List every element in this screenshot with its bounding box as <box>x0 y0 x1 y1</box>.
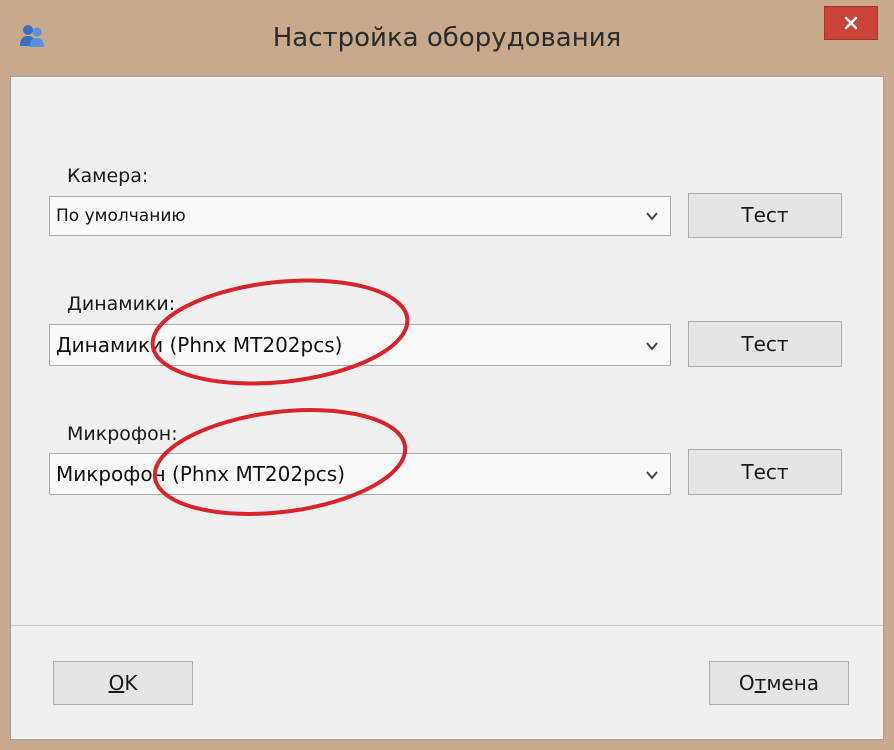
camera-test-label: Тест <box>741 203 789 227</box>
close-icon <box>844 16 858 30</box>
speakers-select-value: Динамики (Phnx MT202pcs) <box>56 333 343 357</box>
camera-label: Камера: <box>67 165 149 187</box>
footer-divider <box>11 625 883 626</box>
speakers-test-label: Тест <box>741 332 789 356</box>
microphone-test-label: Тест <box>741 460 789 484</box>
cancel-label: Отмена <box>738 671 820 695</box>
camera-select[interactable]: По умолчанию <box>49 196 671 236</box>
close-button[interactable] <box>824 6 878 40</box>
camera-select-value: По умолчанию <box>56 206 186 226</box>
microphone-test-button[interactable]: Тест <box>688 449 842 495</box>
ok-button[interactable]: OK <box>53 661 193 705</box>
camera-test-button[interactable]: Тест <box>688 193 842 238</box>
dialog-body: Камера: По умолчанию Тест Динамики: Дина… <box>10 76 884 740</box>
chevron-down-icon <box>646 471 658 480</box>
title-bar[interactable]: Настройка оборудования <box>0 0 894 76</box>
microphone-label: Микрофон: <box>67 423 178 445</box>
ok-label: OK <box>108 671 138 695</box>
microphone-select-value: Микрофон (Phnx MT202pcs) <box>56 462 346 486</box>
speakers-label: Динамики: <box>67 293 176 315</box>
cancel-button[interactable]: Отмена <box>709 661 849 705</box>
hardware-settings-dialog: Настройка оборудования Камера: По умолча… <box>0 0 894 750</box>
chevron-down-icon <box>646 212 658 221</box>
speakers-select[interactable]: Динамики (Phnx MT202pcs) <box>49 324 671 366</box>
window-title: Настройка оборудования <box>272 23 622 53</box>
chevron-down-icon <box>646 342 658 351</box>
microphone-select[interactable]: Микрофон (Phnx MT202pcs) <box>49 453 671 495</box>
speakers-test-button[interactable]: Тест <box>688 321 842 367</box>
